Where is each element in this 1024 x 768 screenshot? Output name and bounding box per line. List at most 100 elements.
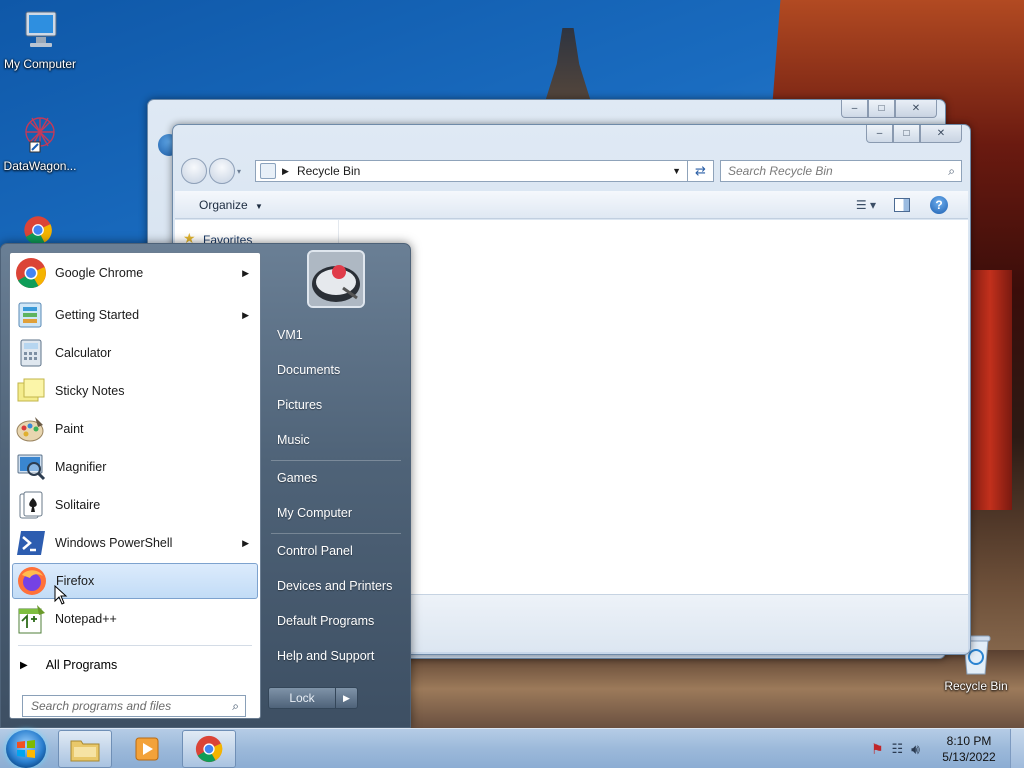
desktop-icon-label: DataWagon... — [3, 159, 77, 173]
start-item-paint[interactable]: Paint — [12, 411, 258, 447]
solitaire-icon — [19, 491, 43, 519]
start-item-label: Google Chrome — [55, 266, 144, 280]
magnifier-icon — [17, 454, 46, 481]
start-right-user-name[interactable]: VM1 — [269, 321, 403, 349]
start-right-separator — [271, 533, 401, 534]
organize-button[interactable]: Organize ▼ — [199, 198, 263, 212]
address-row: ▾ ▶ Recycle Bin ▼ ⇄ Search Recycle Bin ⌕ — [181, 157, 962, 185]
command-bar: Organize ▼ ☰ ▾ ? — [175, 191, 968, 219]
network-icon[interactable]: ☷ — [892, 741, 904, 757]
clock-time: 8:10 PM — [946, 734, 992, 748]
start-menu-programs-pane: Google Chrome ▶ Getting Started ▶ Calcul… — [9, 252, 261, 719]
start-item-windows-powershell[interactable]: Windows PowerShell ▶ — [12, 525, 258, 561]
start-item-notepad-plus-plus[interactable]: Notepad++ — [12, 601, 258, 637]
start-item-solitaire[interactable]: Solitaire — [12, 487, 258, 523]
desktop-icon-my-computer[interactable]: My Computer — [0, 8, 80, 71]
caption-buttons: – □ ✕ — [866, 125, 962, 143]
clock[interactable]: 8:10 PM 5/13/2022 — [928, 733, 1010, 765]
search-icon: ⌕ — [232, 698, 239, 713]
start-right-label: My Computer — [277, 506, 353, 520]
start-item-magnifier[interactable]: Magnifier — [12, 449, 258, 485]
minimize-button[interactable]: – — [866, 125, 893, 143]
organize-label: Organize — [199, 197, 248, 212]
start-item-sticky-notes[interactable]: Sticky Notes — [12, 373, 258, 409]
volume-icon[interactable]: 🔊︎ — [911, 741, 920, 758]
user-picture[interactable] — [307, 250, 365, 308]
start-right-music[interactable]: Music — [269, 426, 403, 454]
close-button[interactable]: ✕ — [920, 125, 962, 143]
media-player-icon — [135, 737, 159, 761]
start-right-label: Control Panel — [277, 544, 353, 558]
calculator-icon — [20, 339, 42, 367]
paint-icon — [16, 417, 44, 442]
minimize-button[interactable]: – — [841, 100, 868, 118]
start-search-placeholder: Search programs and files — [31, 699, 172, 713]
maximize-button[interactable]: □ — [868, 100, 895, 118]
search-placeholder: Search Recycle Bin — [728, 164, 833, 178]
start-right-pictures[interactable]: Pictures — [269, 391, 403, 419]
start-button[interactable] — [6, 730, 46, 768]
start-right-games[interactable]: Games — [269, 464, 403, 492]
address-bar[interactable]: ▶ Recycle Bin ▼ — [255, 160, 688, 182]
refresh-icon[interactable]: ⇄ — [688, 160, 714, 182]
recent-pages-icon[interactable]: ▾ — [237, 167, 241, 176]
start-search-input[interactable]: Search programs and files ⌕ — [22, 695, 246, 717]
preview-pane-icon[interactable] — [894, 197, 910, 212]
forward-button[interactable] — [209, 158, 235, 184]
powershell-icon — [17, 531, 45, 555]
start-item-label: Sticky Notes — [55, 384, 125, 398]
taskbar-explorer-button[interactable] — [58, 730, 112, 768]
address-dropdown-icon[interactable]: ▼ — [672, 166, 681, 176]
mouse-cursor-icon — [54, 585, 68, 605]
maximize-button[interactable]: □ — [893, 125, 920, 143]
start-item-getting-started[interactable]: Getting Started ▶ — [12, 297, 258, 333]
breadcrumb-arrow-icon[interactable]: ▶ — [282, 166, 289, 177]
start-right-label: Games — [277, 471, 318, 485]
desktop-icon-label: Recycle Bin — [944, 679, 1008, 693]
start-right-documents[interactable]: Documents — [269, 356, 403, 384]
chevron-down-icon: ▼ — [255, 201, 263, 211]
lock-label: Lock — [289, 691, 315, 705]
start-menu: Google Chrome ▶ Getting Started ▶ Calcul… — [0, 243, 411, 728]
close-button[interactable]: ✕ — [895, 100, 937, 118]
taskbar: ⚑ ☷ 🔊︎ 8:10 PM 5/13/2022 — [0, 728, 1024, 768]
start-item-label: Calculator — [55, 346, 112, 360]
lock-button[interactable]: Lock — [268, 687, 336, 709]
start-item-calculator[interactable]: Calculator — [12, 335, 258, 371]
start-right-my-computer[interactable]: My Computer — [269, 499, 403, 527]
start-item-firefox[interactable]: Firefox — [12, 563, 258, 599]
action-center-flag-icon[interactable]: ⚑ — [871, 741, 884, 758]
back-button[interactable] — [181, 158, 207, 184]
chrome-icon — [195, 735, 223, 763]
start-right-label: VM1 — [277, 328, 303, 342]
taskbar-chrome-button[interactable] — [182, 730, 236, 768]
firefox-icon — [18, 567, 46, 595]
desktop-icon-datawagon[interactable]: DataWagon... — [0, 110, 80, 173]
start-right-devices-and-printers[interactable]: Devices and Printers — [269, 572, 403, 600]
start-menu-separator — [18, 645, 252, 646]
view-options-icon[interactable]: ☰ ▾ — [856, 198, 876, 212]
notepad-plus-plus-icon — [18, 605, 45, 634]
recycle-bin-small-icon — [260, 163, 277, 179]
start-item-label: Windows PowerShell — [55, 536, 173, 550]
taskbar-media-player-button[interactable] — [120, 730, 174, 768]
start-right-default-programs[interactable]: Default Programs — [269, 607, 403, 635]
chrome-icon — [16, 258, 46, 289]
start-item-label: Getting Started — [55, 308, 140, 322]
start-item-label: Notepad++ — [55, 612, 117, 626]
start-item-google-chrome[interactable]: Google Chrome ▶ — [12, 255, 258, 291]
desktop-icon-chrome[interactable] — [8, 215, 68, 245]
shutdown-options-arrow-icon[interactable]: ▶ — [336, 687, 358, 709]
start-right-help-and-support[interactable]: Help and Support — [269, 642, 403, 670]
start-right-label: Documents — [277, 363, 341, 377]
submenu-arrow-icon: ▶ — [242, 267, 249, 278]
computer-icon — [25, 11, 57, 47]
help-icon[interactable]: ? — [930, 195, 948, 214]
all-programs-button[interactable]: ▶ All Programs — [14, 653, 254, 677]
show-desktop-button[interactable] — [1010, 729, 1024, 768]
windows-logo-icon — [17, 740, 35, 758]
datawagon-icon — [25, 117, 55, 153]
start-item-label: Solitaire — [55, 498, 101, 512]
start-right-control-panel[interactable]: Control Panel — [269, 537, 403, 565]
search-input[interactable]: Search Recycle Bin ⌕ — [720, 160, 962, 182]
